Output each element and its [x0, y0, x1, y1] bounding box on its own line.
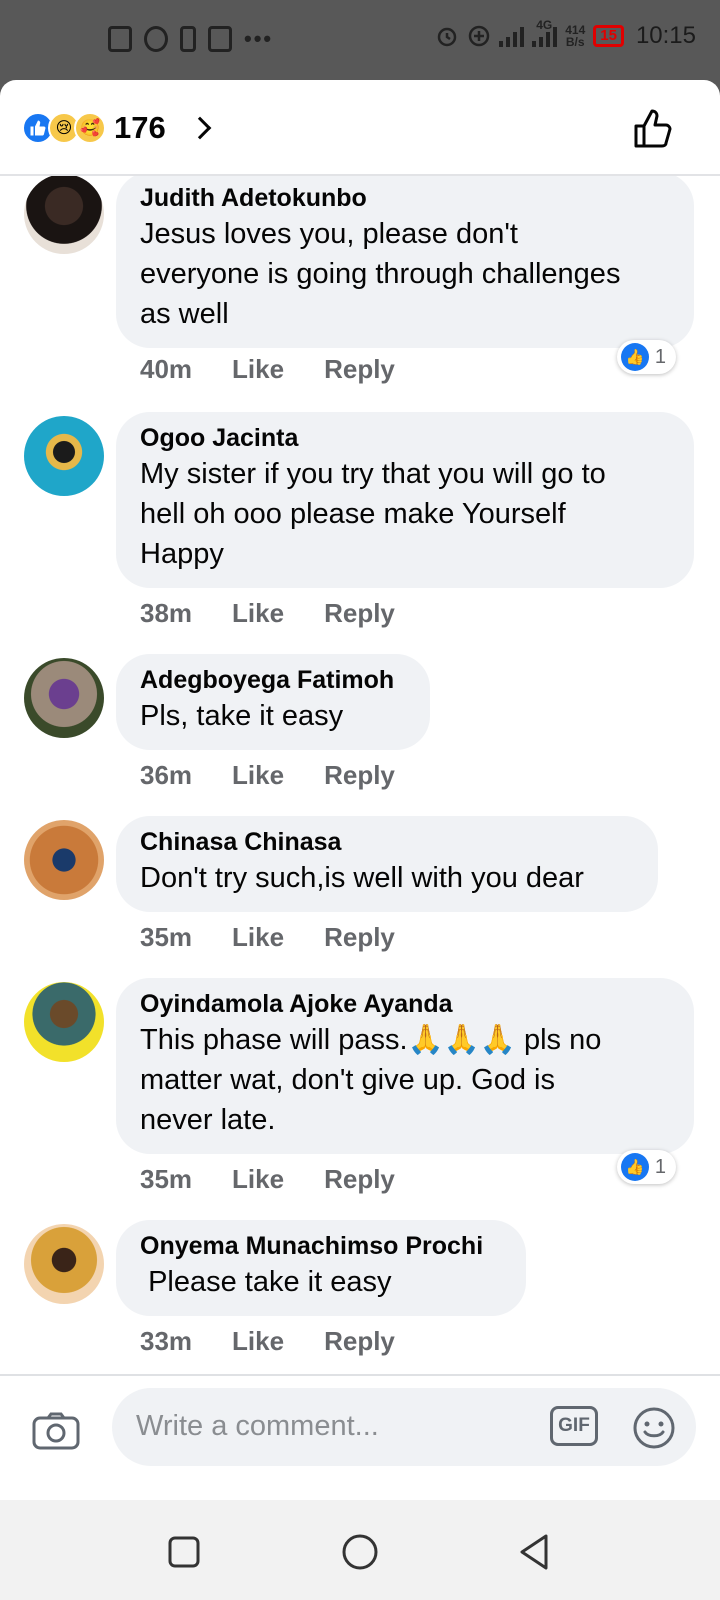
messenger-icon [144, 26, 168, 52]
avatar[interactable] [24, 416, 104, 496]
clock: 10:15 [635, 22, 696, 49]
comment-author[interactable]: Judith Adetokunbo [140, 182, 670, 214]
comment-input[interactable] [136, 1406, 516, 1446]
notes-icon [108, 26, 132, 52]
comment-input-wrapper: GIF [112, 1388, 696, 1466]
reply-button[interactable]: Reply [324, 1326, 395, 1357]
save-icon [208, 26, 232, 52]
back-icon[interactable] [514, 1532, 554, 1572]
comment-actions: 33m Like Reply [140, 1326, 395, 1357]
comment-text: Please take it easy [140, 1266, 392, 1298]
signal-icon [499, 25, 525, 47]
reaction-count: 176 [114, 110, 166, 145]
comment-reactions[interactable]: 👍 1 [616, 1150, 676, 1184]
comment-text: Don't try such,is well with you dear [140, 862, 584, 894]
reply-button[interactable]: Reply [324, 598, 395, 629]
comment-actions: 38m Like Reply [140, 598, 395, 629]
reply-button[interactable]: Reply [324, 354, 395, 385]
system-navbar [0, 1500, 720, 1600]
speed-unit: B/s [565, 35, 585, 49]
comment-text: Jesus loves you, please don't everyone i… [140, 218, 621, 330]
comment-time: 40m [140, 354, 193, 384]
emoji-icon[interactable] [632, 1406, 676, 1450]
reaction-count: 1 [654, 1155, 666, 1178]
comment-text: This phase will pass.🙏🙏🙏 pls no matter w… [140, 1024, 602, 1136]
comment-actions: 35m Like Reply [140, 1164, 395, 1195]
comment-text: Pls, take it easy [140, 700, 344, 732]
like-button[interactable]: Like [232, 598, 284, 629]
reaction-count: 1 [654, 345, 666, 368]
comment-time: 35m [140, 922, 193, 952]
comment-reactions[interactable]: 👍 1 [616, 340, 676, 374]
reply-button[interactable]: Reply [324, 760, 395, 791]
comment-actions: 36m Like Reply [140, 760, 395, 791]
reactions-header: 😢 🥰 176 [0, 80, 720, 176]
comment-time: 35m [140, 1164, 193, 1194]
like-button[interactable]: Like [232, 1326, 284, 1357]
network-speed: 414 B/s [565, 24, 585, 48]
reactions-summary[interactable]: 😢 🥰 176 [22, 110, 212, 146]
network-type: 4G [536, 18, 553, 32]
comment-actions: 40m Like Reply [140, 354, 395, 385]
comment-author[interactable]: Adegboyega Fatimoh [140, 664, 406, 696]
comment-actions: 35m Like Reply [140, 922, 395, 953]
battery-icon: 15 [593, 25, 624, 47]
status-right-icons: 4G 414 B/s 15 10:15 [435, 19, 696, 50]
comments-list: Judith Adetokunbo Jesus loves you, pleas… [0, 176, 720, 1376]
avatar[interactable] [24, 658, 104, 738]
like-button[interactable]: Like [232, 760, 284, 791]
avatar[interactable] [24, 820, 104, 900]
gif-button[interactable]: GIF [550, 1406, 598, 1446]
add-circle-icon [468, 25, 490, 47]
chevron-right-icon [188, 116, 212, 140]
comment-author[interactable]: Chinasa Chinasa [140, 826, 634, 858]
comment-bubble[interactable]: Adegboyega Fatimoh Pls, take it easy [116, 654, 430, 750]
comment-bubble[interactable]: Ogoo Jacinta My sister if you try that y… [116, 412, 694, 588]
comment-author[interactable]: Ogoo Jacinta [140, 422, 670, 454]
avatar[interactable] [24, 176, 104, 254]
care-reaction-icon: 🥰 [74, 112, 106, 144]
sim-icon [180, 26, 196, 52]
comment-bubble[interactable]: Oyindamola Ajoke Ayanda This phase will … [116, 978, 694, 1154]
comment-time: 36m [140, 760, 193, 790]
like-button[interactable]: Like [232, 354, 284, 385]
comment-author[interactable]: Onyema Munachimso Prochi [140, 1230, 502, 1262]
battery-level: 15 [600, 27, 617, 44]
reply-button[interactable]: Reply [324, 1164, 395, 1195]
comment-bubble[interactable]: Onyema Munachimso Prochi Please take it … [116, 1220, 526, 1316]
camera-icon[interactable] [32, 1412, 80, 1450]
like-button[interactable]: Like [232, 922, 284, 953]
home-icon[interactable] [340, 1532, 380, 1572]
like-reaction-icon: 👍 [620, 343, 649, 371]
more-dots-icon: ••• [244, 26, 274, 51]
avatar[interactable] [24, 982, 104, 1062]
comment-text: My sister if you try that you will go to… [140, 458, 606, 570]
status-left-icons: ••• [108, 26, 273, 52]
alarm-icon [437, 27, 457, 47]
comment-bubble[interactable]: Judith Adetokunbo Jesus loves you, pleas… [116, 176, 694, 348]
comments-sheet: 😢 🥰 176 Judith Adetokunbo Jesus loves yo… [0, 80, 720, 1500]
comment-time: 38m [140, 598, 193, 628]
comment-bubble[interactable]: Chinasa Chinasa Don't try such,is well w… [116, 816, 658, 912]
signal-4g-icon: 4G [532, 19, 558, 47]
comment-composer: GIF [0, 1374, 720, 1480]
comment-author[interactable]: Oyindamola Ajoke Ayanda [140, 988, 670, 1020]
recents-icon[interactable] [164, 1532, 204, 1572]
like-reaction-icon: 👍 [620, 1153, 649, 1181]
reply-button[interactable]: Reply [324, 922, 395, 953]
avatar[interactable] [24, 1224, 104, 1304]
thumbs-up-outline-icon[interactable] [632, 106, 676, 150]
status-bar: ••• 4G 414 B/s 15 10:15 [0, 0, 720, 80]
like-button[interactable]: Like [232, 1164, 284, 1195]
comment-time: 33m [140, 1326, 193, 1356]
